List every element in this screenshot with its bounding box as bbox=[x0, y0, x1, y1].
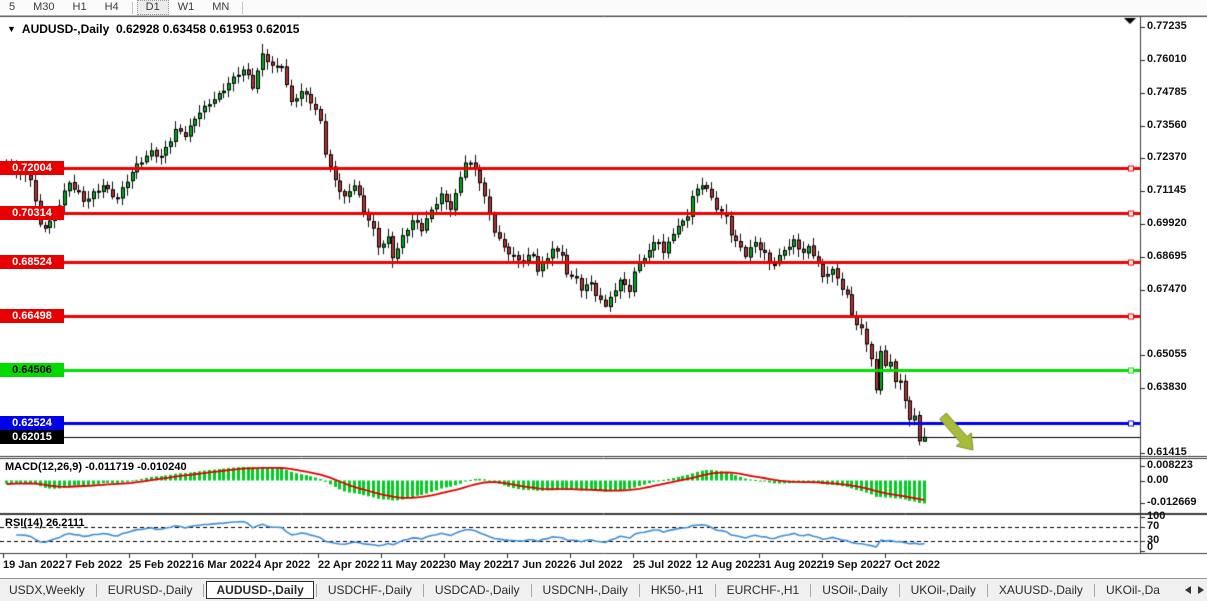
timeframe-button-w1[interactable]: W1 bbox=[169, 0, 204, 15]
date-axis-label: 25 Feb 2022 bbox=[129, 559, 191, 571]
symbol-tab-eurchf-h1[interactable]: EURCHF-,H1 bbox=[718, 581, 809, 599]
chart-symbol: AUDUSD-,Daily bbox=[22, 22, 109, 36]
date-axis-label: 17 Jun 2022 bbox=[507, 559, 569, 571]
chart-canvas[interactable] bbox=[0, 0, 1207, 600]
price-axis-tick-label: 0.76010 bbox=[1147, 53, 1187, 65]
symbol-tab-bar: USDX,Weekly EURUSD-,DailyAUDUSD-,Daily USD… bbox=[0, 578, 1207, 601]
price-axis-tick-label: 0.71145 bbox=[1147, 184, 1186, 196]
date-axis-label: 31 Aug 2022 bbox=[759, 559, 823, 571]
date-axis-label: 19 Jan 2022 bbox=[3, 559, 65, 571]
tab-divider bbox=[987, 584, 988, 597]
price-line-badge[interactable]: 0.62524 bbox=[0, 416, 64, 430]
date-axis-label: 25 Jul 2022 bbox=[633, 559, 692, 571]
timeframe-button-m30[interactable]: M30 bbox=[24, 0, 63, 15]
timeframe-button-mn[interactable]: MN bbox=[203, 0, 238, 15]
price-line-badge[interactable]: 0.72004 bbox=[0, 161, 64, 175]
symbol-tab-eurusd-daily[interactable]: EURUSD-,Daily bbox=[99, 581, 202, 599]
date-axis-label: 30 May 2022 bbox=[444, 559, 508, 571]
rsi-axis-label: 0 bbox=[1147, 541, 1153, 553]
tab-divider bbox=[531, 584, 532, 597]
macd-label: MACD(12,26,9) -0.011719 -0.010240 bbox=[5, 461, 187, 473]
tab-divider bbox=[899, 584, 900, 597]
toolbar-separator bbox=[242, 2, 243, 14]
symbol-dropdown-icon[interactable]: ▼ bbox=[7, 24, 16, 34]
macd-axis-label: 0.00 bbox=[1147, 474, 1168, 486]
timeframe-button-5[interactable]: 5 bbox=[0, 0, 24, 15]
tab-divider bbox=[203, 584, 204, 597]
price-axis-tick-label: 0.61415 bbox=[1147, 446, 1187, 458]
tab-divider bbox=[715, 584, 716, 597]
price-axis-tick-label: 0.69920 bbox=[1147, 217, 1187, 229]
symbol-tab-hk50-h1[interactable]: HK50-,H1 bbox=[642, 581, 713, 599]
macd-axis-label: 0.008223 bbox=[1147, 459, 1193, 471]
tab-divider bbox=[1094, 584, 1095, 597]
chart-title: ▼ AUDUSD-,Daily 0.62928 0.63458 0.61953 0… bbox=[7, 22, 299, 36]
price-line-badge[interactable]: 0.68524 bbox=[0, 255, 64, 269]
symbol-tab-xauusd-daily[interactable]: XAUUSD-,Daily bbox=[990, 581, 1092, 599]
date-axis-label: 6 Jul 2022 bbox=[570, 559, 623, 571]
price-axis-tick-label: 0.73560 bbox=[1147, 119, 1187, 131]
price-line-badge[interactable]: 0.64506 bbox=[0, 363, 64, 377]
price-axis-tick-label: 0.67470 bbox=[1147, 283, 1187, 295]
price-axis-tick-label: 0.72370 bbox=[1147, 151, 1187, 163]
timeframe-button-h1[interactable]: H1 bbox=[64, 0, 96, 15]
date-axis-label: 22 Apr 2022 bbox=[318, 559, 379, 571]
symbol-tab-usdcad-daily[interactable]: USDCAD-,Daily bbox=[426, 581, 529, 599]
tabs-scroll-left-icon[interactable] bbox=[1185, 586, 1191, 594]
tab-divider bbox=[316, 584, 317, 597]
timeframe-button-h4[interactable]: H4 bbox=[96, 0, 128, 15]
tab-divider bbox=[639, 584, 640, 597]
toolbar-separator bbox=[132, 2, 133, 14]
price-axis-tick-label: 0.63830 bbox=[1147, 381, 1187, 393]
tab-divider bbox=[96, 584, 97, 597]
date-axis-label: 12 Aug 2022 bbox=[696, 559, 760, 571]
price-line-badge[interactable]: 0.66498 bbox=[0, 309, 64, 323]
date-axis-label: 7 Oct 2022 bbox=[885, 559, 940, 571]
price-axis-tick-label: 0.77235 bbox=[1147, 20, 1187, 32]
current-price-badge: 0.62015 bbox=[0, 430, 64, 444]
date-axis-label: 16 Mar 2022 bbox=[192, 559, 254, 571]
mt4-terminal: { "toolbar": { "timeframes": [ {"label":… bbox=[0, 0, 1207, 600]
tab-divider bbox=[810, 584, 811, 597]
symbol-tab-ukoil-da[interactable]: UKOil-,Da bbox=[1097, 581, 1169, 599]
price-axis-tick-label: 0.68695 bbox=[1147, 250, 1187, 262]
symbol-tab-usdchf-daily[interactable]: USDCHF-,Daily bbox=[319, 581, 421, 599]
timeframe-toolbar: 5M30H1H4 D1W1MN bbox=[0, 0, 1207, 16]
tab-divider bbox=[423, 584, 424, 597]
price-axis-tick-label: 0.65055 bbox=[1147, 348, 1187, 360]
symbol-tab-usdx-weekly[interactable]: USDX,Weekly bbox=[0, 581, 94, 599]
date-axis-label: 19 Sep 2022 bbox=[822, 559, 885, 571]
date-axis-label: 7 Feb 2022 bbox=[66, 559, 122, 571]
rsi-label: RSI(14) 26.2111 bbox=[5, 517, 85, 529]
symbol-tab-usoil-daily[interactable]: USOil-,Daily bbox=[813, 581, 896, 599]
chart-ohlc: 0.62928 0.63458 0.61953 0.62015 bbox=[116, 22, 300, 36]
symbol-tab-usdcnh-daily[interactable]: USDCNH-,Daily bbox=[534, 581, 637, 599]
timeframe-button-d1[interactable]: D1 bbox=[137, 0, 169, 15]
price-axis-tick-label: 0.74785 bbox=[1147, 86, 1187, 98]
symbol-tab-ukoil-daily[interactable]: UKOil-,Daily bbox=[902, 581, 985, 599]
date-axis-label: 4 Apr 2022 bbox=[255, 559, 310, 571]
symbol-tab-audusd-daily[interactable]: AUDUSD-,Daily bbox=[206, 581, 313, 599]
tab-scroll-controls bbox=[1179, 579, 1204, 601]
macd-axis-label: -0.012669 bbox=[1147, 496, 1197, 508]
tabs-scroll-right-icon[interactable] bbox=[1198, 586, 1204, 594]
rsi-axis-label: 70 bbox=[1147, 520, 1159, 532]
date-axis-label: 11 May 2022 bbox=[381, 559, 445, 571]
price-line-badge[interactable]: 0.70314 bbox=[0, 206, 64, 220]
